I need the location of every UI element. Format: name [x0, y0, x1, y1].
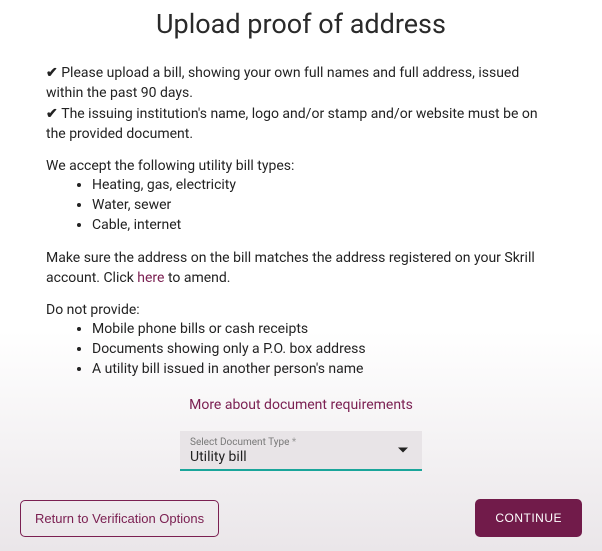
footer: Return to Verification Options CONTINUE [0, 499, 602, 537]
list-item: Documents showing only a P.O. box addres… [92, 340, 556, 360]
document-type-select[interactable]: Select Document Type * Utility bill [180, 431, 422, 471]
list-item: A utility bill issued in another person'… [92, 360, 556, 380]
match-text-part1: Make sure the address on the bill matche… [46, 250, 535, 286]
accept-list: Heating, gas, electricity Water, sewer C… [46, 176, 556, 235]
do-not-list: Mobile phone bills or cash receipts Docu… [46, 320, 556, 379]
match-text-part2: to amend. [164, 270, 230, 286]
amend-link[interactable]: here [137, 270, 164, 286]
match-address-text: Make sure the address on the bill matche… [46, 249, 556, 288]
list-item: Water, sewer [92, 196, 556, 216]
return-button[interactable]: Return to Verification Options [20, 500, 219, 537]
select-value: Utility bill [190, 449, 412, 465]
check-icon: ✔ [46, 106, 61, 122]
select-label: Select Document Type * [190, 437, 412, 448]
page-title: Upload proof of address [46, 8, 556, 40]
continue-button[interactable]: CONTINUE [475, 499, 582, 537]
do-not-heading: Do not provide: [46, 302, 556, 318]
accept-heading: We accept the following utility bill typ… [46, 158, 556, 174]
requirement-2-text: The issuing institution's name, logo and… [46, 106, 538, 142]
requirement-1-text: Please upload a bill, showing your own f… [46, 65, 519, 101]
requirement-1: ✔ Please upload a bill, showing your own… [46, 64, 556, 103]
requirement-2: ✔ The issuing institution's name, logo a… [46, 105, 556, 144]
chevron-down-icon [398, 448, 408, 453]
list-item: Heating, gas, electricity [92, 176, 556, 196]
check-icon: ✔ [46, 65, 61, 81]
required-mark: * [292, 437, 296, 448]
more-info-link[interactable]: More about document requirements [46, 397, 556, 413]
list-item: Mobile phone bills or cash receipts [92, 320, 556, 340]
select-label-text: Select Document Type [190, 437, 289, 448]
list-item: Cable, internet [92, 216, 556, 236]
